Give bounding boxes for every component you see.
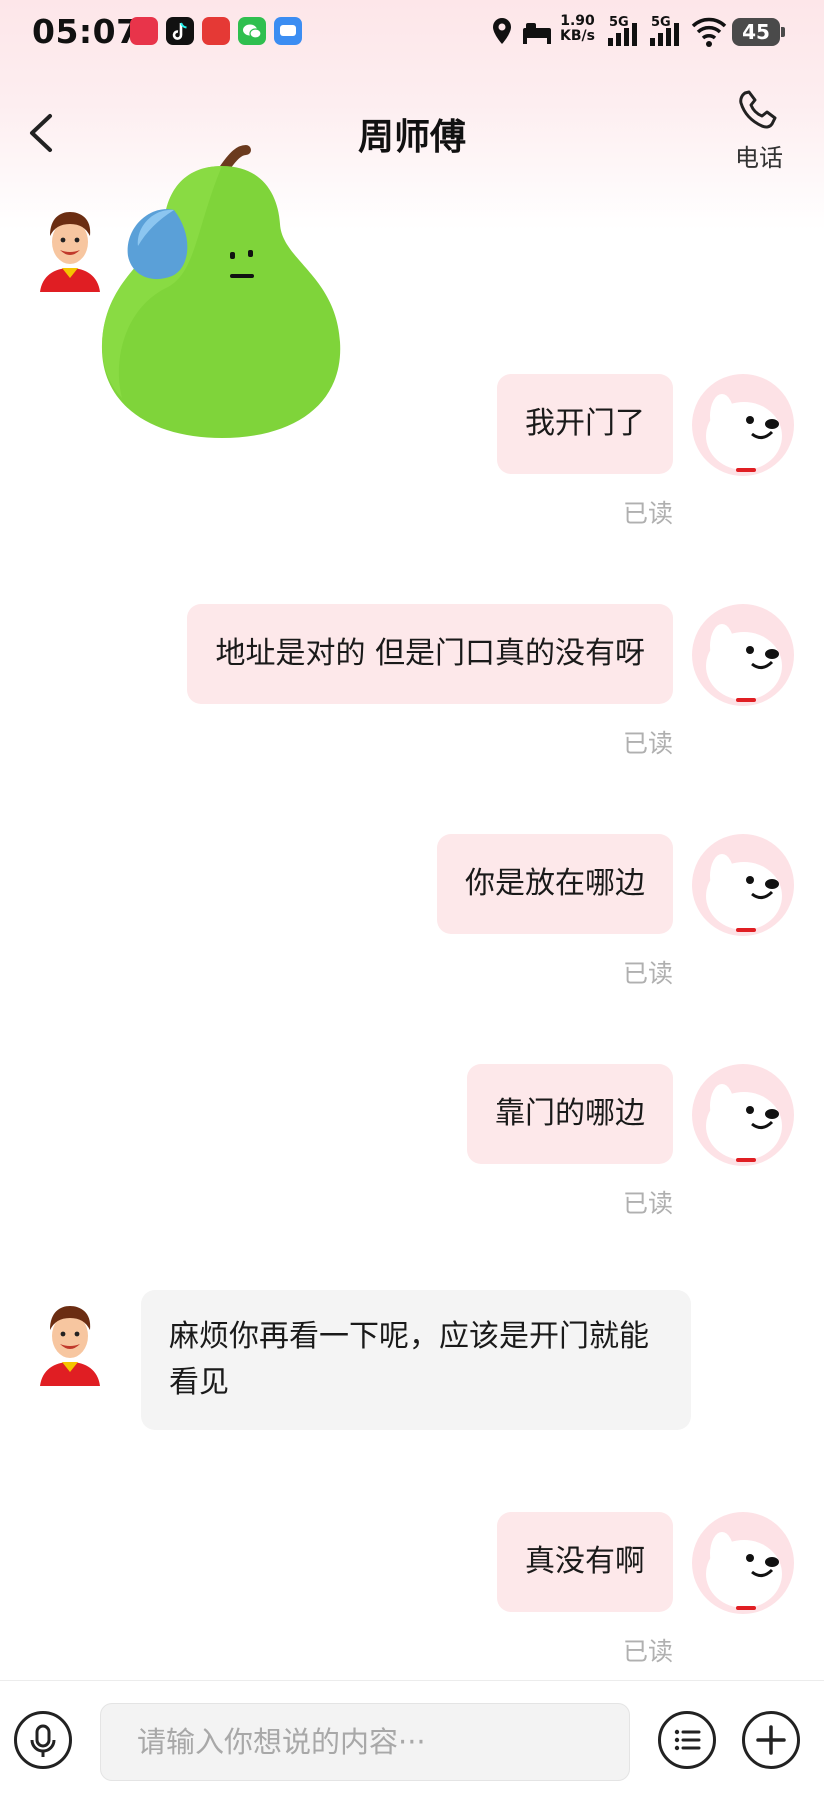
sent-message-bubble: 地址是对的 但是门口真的没有呀 <box>187 604 673 704</box>
voice-button[interactable] <box>14 1711 72 1769</box>
phone-call-button[interactable]: 电话 <box>728 88 790 178</box>
wifi-icon <box>690 14 728 50</box>
app-notification-icon <box>130 17 158 45</box>
phone-icon <box>739 90 777 129</box>
user-avatar[interactable] <box>692 1512 794 1614</box>
user-avatar[interactable] <box>692 374 794 476</box>
message-app-icon <box>274 17 302 45</box>
menu-button[interactable] <box>658 1711 716 1769</box>
sent-message-bubble: 我开门了 <box>497 374 673 474</box>
signal-1-icon <box>606 22 642 58</box>
user-avatar[interactable] <box>692 1064 794 1166</box>
shopping-app-icon <box>202 17 230 45</box>
user-avatar[interactable] <box>692 604 794 706</box>
input-bar: 请输入你想说的内容··· <box>0 1680 824 1803</box>
user-avatar[interactable] <box>692 834 794 936</box>
microphone-icon <box>30 1724 56 1757</box>
add-button[interactable] <box>742 1711 800 1769</box>
signal-2-icon <box>648 22 684 58</box>
sent-message-bubble: 靠门的哪边 <box>467 1064 673 1164</box>
phone-label: 电话 <box>735 144 783 172</box>
sent-message-bubble: 真没有啊 <box>497 1512 673 1612</box>
status-bar: 05:07 1.90 KB/s 5G 5G 45 <box>0 0 824 66</box>
message-input[interactable]: 请输入你想说的内容··· <box>100 1703 630 1781</box>
pear-sweat-sticker[interactable] <box>82 130 342 450</box>
network-speed: 1.90 KB/s <box>560 13 595 44</box>
read-status: 已读 <box>622 959 673 988</box>
received-message-bubble: 麻烦你再看一下呢，应该是开门就能看见 <box>141 1290 691 1430</box>
sent-message-bubble: 你是放在哪边 <box>437 834 673 934</box>
status-time: 05:07 <box>32 12 140 51</box>
list-icon <box>674 1729 701 1751</box>
location-icon <box>488 14 516 50</box>
courier-avatar[interactable] <box>32 1300 108 1386</box>
read-status: 已读 <box>622 1637 673 1666</box>
sleep-mode-icon <box>520 14 554 50</box>
read-status: 已读 <box>622 729 673 758</box>
tiktok-icon <box>166 17 194 45</box>
read-status: 已读 <box>622 499 673 528</box>
wechat-icon <box>238 17 266 45</box>
plus-icon <box>756 1725 786 1755</box>
battery-indicator: 45 <box>732 18 785 46</box>
read-status: 已读 <box>622 1189 673 1218</box>
